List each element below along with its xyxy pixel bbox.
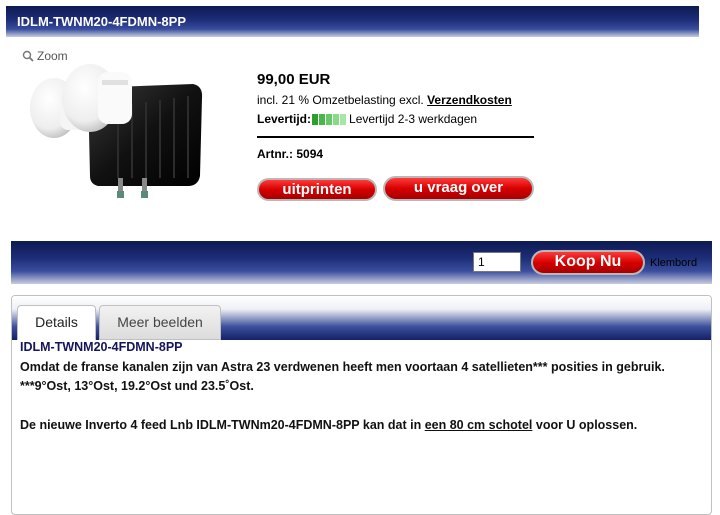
- price: 99,00 EUR: [257, 71, 331, 88]
- product-title-bar: IDLM-TWNM20-4FDMN-8PP: [6, 6, 699, 37]
- artnr-value: 5094: [296, 147, 324, 161]
- details-panel: Details Meer beelden IDLM-TWNM20-4FDMN-8…: [11, 295, 712, 515]
- quantity-input[interactable]: [473, 252, 521, 272]
- divider: [257, 136, 534, 138]
- details-paragraph-2: ***9°Ost, 13°Ost, 19.2°Ost und 23.5˚Ost.: [20, 379, 254, 393]
- details-text-before: De nieuwe Inverto 4 feed Lnb IDLM-TWNm20…: [20, 417, 425, 432]
- delivery-bar-segment: [319, 113, 326, 125]
- delivery-text: Levertijd 2-3 werkdagen: [349, 112, 478, 126]
- details-paragraph-3: De nieuwe Inverto 4 feed Lnb IDLM-TWNm20…: [20, 416, 700, 436]
- delivery-info: Levertijd: Levertijd 2-3 werkdagen: [257, 112, 477, 126]
- delivery-bar-segment: [312, 113, 319, 125]
- details-heading: IDLM-TWNM20-4FDMN-8PP: [20, 340, 183, 354]
- vat-info: incl. 21 % Omzetbelasting excl. Verzendk…: [257, 93, 512, 107]
- buy-now-button[interactable]: Koop Nu: [531, 250, 645, 275]
- details-content: IDLM-TWNM20-4FDMN-8PP Omdat de franse ka…: [20, 338, 700, 435]
- clipboard-link[interactable]: Klembord: [650, 257, 697, 269]
- print-button[interactable]: uitprinten: [257, 178, 377, 201]
- details-paragraph-1: Omdat de franse kanalen zijn van Astra 2…: [20, 359, 665, 374]
- tab-details[interactable]: Details: [17, 305, 96, 340]
- delivery-bar-segment: [340, 113, 347, 125]
- delivery-indicator: [312, 113, 347, 125]
- artnr-label: Artnr.:: [257, 147, 293, 161]
- tab-more-images[interactable]: Meer beelden: [99, 305, 221, 340]
- article-number: Artnr.: 5094: [257, 147, 323, 161]
- shipping-costs-link[interactable]: Verzendkosten: [427, 93, 512, 107]
- details-text-after: voor U oplossen.: [532, 417, 638, 432]
- delivery-bar-segment: [326, 113, 333, 125]
- product-title: IDLM-TWNM20-4FDMN-8PP: [17, 14, 186, 29]
- ask-question-button[interactable]: u vraag over: [383, 176, 534, 201]
- delivery-label: Levertijd:: [257, 112, 312, 126]
- product-image-lnb[interactable]: [28, 58, 208, 198]
- vat-text: incl. 21 % Omzetbelasting excl.: [257, 93, 424, 107]
- dish-80cm-link[interactable]: een 80 cm schotel: [425, 418, 533, 432]
- delivery-bar-segment: [333, 113, 340, 125]
